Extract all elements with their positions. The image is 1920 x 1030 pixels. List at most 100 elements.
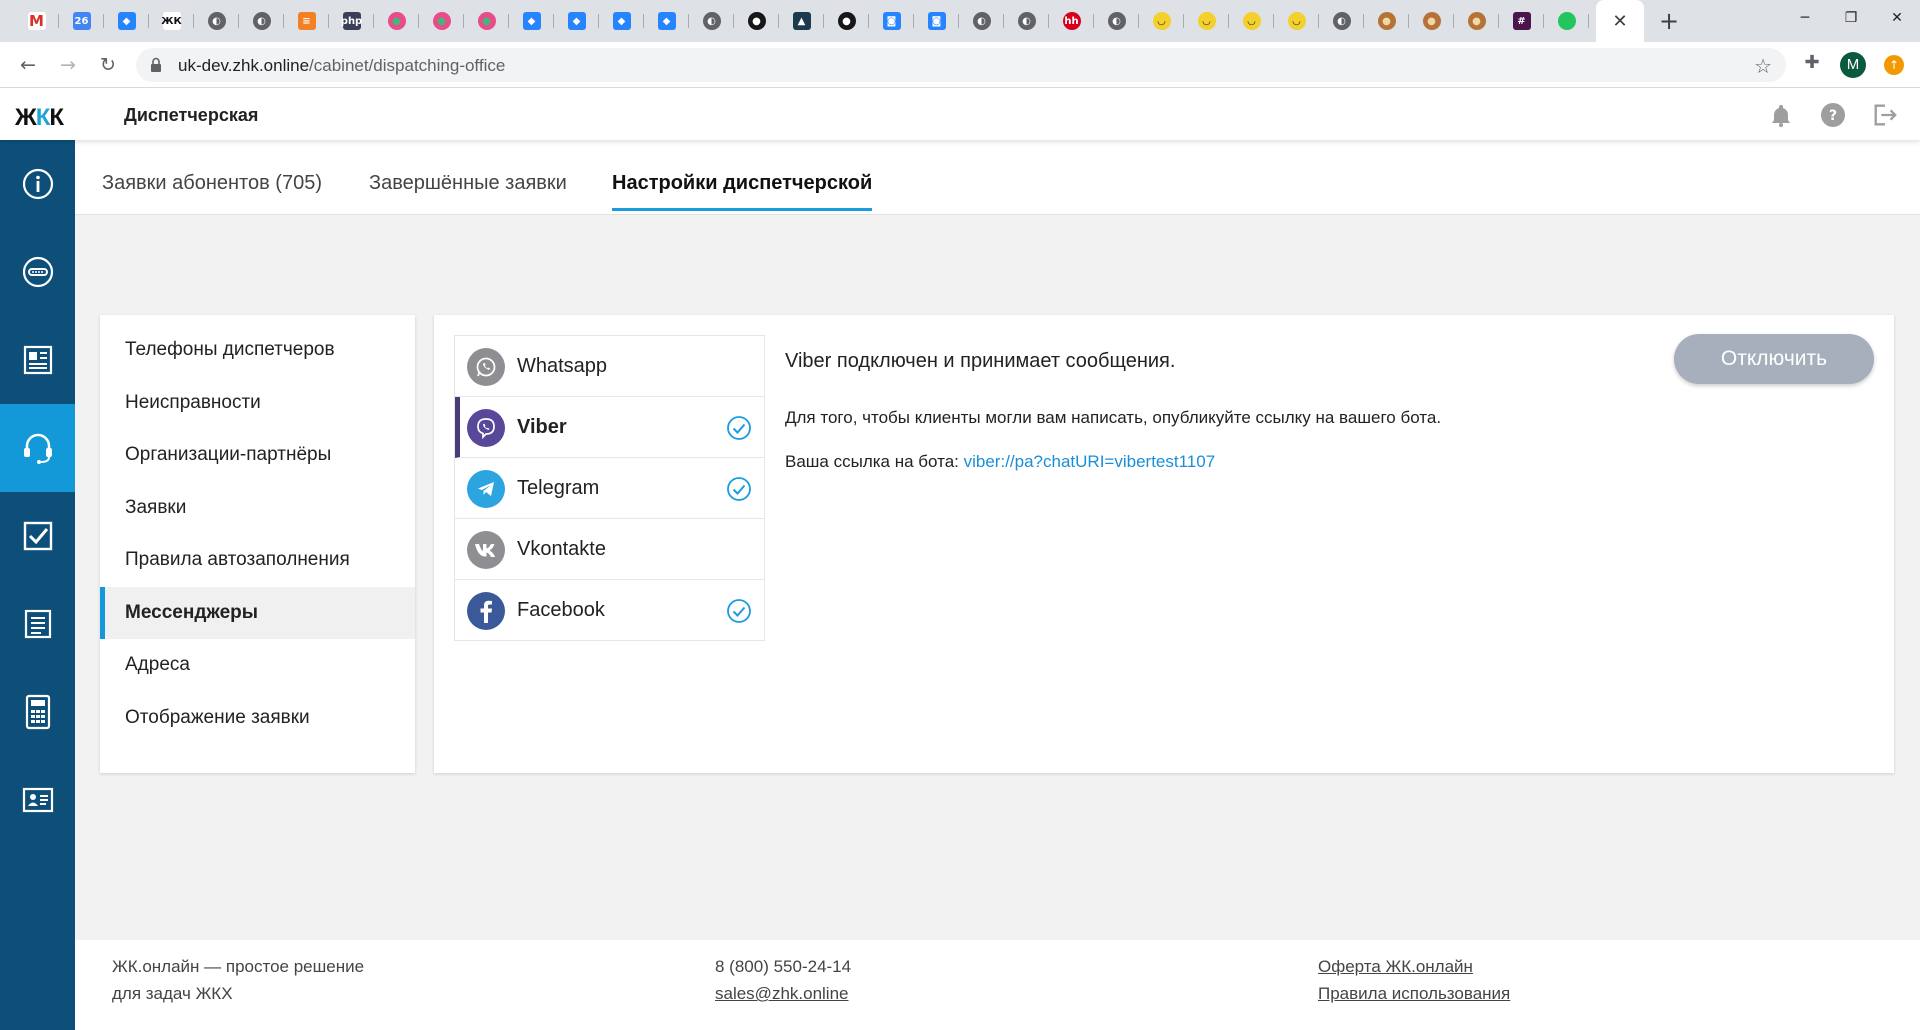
close-window-button[interactable]: ✕ bbox=[1874, 0, 1920, 36]
footer: ЖК.онлайн — простое решение для задач ЖК… bbox=[75, 940, 1920, 1030]
logout-icon[interactable] bbox=[1872, 102, 1898, 128]
help-icon[interactable]: ? bbox=[1820, 102, 1846, 128]
pinned-tab[interactable]: ▲ bbox=[779, 7, 824, 35]
pinned-tab[interactable]: ◡ bbox=[1274, 7, 1319, 35]
messenger-label: Viber bbox=[517, 416, 567, 438]
profile-avatar[interactable]: M bbox=[1840, 52, 1866, 78]
pinned-tab[interactable]: ● bbox=[464, 7, 509, 35]
pinned-tab[interactable]: ● bbox=[1454, 7, 1499, 35]
pinned-tab[interactable]: ◆ bbox=[554, 7, 599, 35]
vk-icon bbox=[467, 531, 505, 569]
pinned-tab[interactable]: 26 bbox=[59, 7, 104, 35]
messenger-item-whatsapp[interactable]: Whatsapp bbox=[455, 336, 764, 397]
bookmark-star-icon[interactable]: ☆ bbox=[1754, 54, 1772, 78]
newspaper-icon bbox=[23, 345, 52, 375]
menu-item-addresses[interactable]: Адреса bbox=[100, 639, 415, 691]
pinned-tab[interactable]: ◆ bbox=[509, 7, 554, 35]
nav-documents[interactable] bbox=[0, 580, 75, 668]
pinned-tab[interactable]: ◙ bbox=[869, 7, 914, 35]
pinned-tab[interactable]: M bbox=[14, 7, 59, 35]
pinned-tab[interactable]: ◡ bbox=[1229, 7, 1274, 35]
reload-button[interactable]: ↻ bbox=[94, 51, 122, 79]
pinned-tab[interactable]: ◐ bbox=[1004, 7, 1049, 35]
bot-link-label: Ваша ссылка на бота: bbox=[785, 452, 964, 471]
pinned-tab[interactable]: ◙ bbox=[914, 7, 959, 35]
telegram-icon bbox=[467, 470, 505, 508]
address-bar[interactable]: uk-dev.zhk.online/cabinet/dispatching-of… bbox=[136, 48, 1786, 82]
bell-icon[interactable] bbox=[1768, 102, 1794, 128]
pinned-tab[interactable]: ◐ bbox=[1319, 7, 1364, 35]
pinned-tab[interactable]: ◡ bbox=[1139, 7, 1184, 35]
dots-icon: ● bbox=[477, 12, 496, 30]
pinned-tab[interactable]: ● bbox=[1409, 7, 1454, 35]
nav-contacts[interactable] bbox=[0, 756, 75, 844]
messenger-item-facebook[interactable]: Facebook bbox=[455, 580, 764, 641]
calculator-icon bbox=[25, 694, 50, 730]
footer-offer-link[interactable]: Оферта ЖК.онлайн bbox=[1318, 957, 1473, 977]
nav-intercom[interactable] bbox=[0, 228, 75, 316]
nav-news[interactable] bbox=[0, 316, 75, 404]
disconnect-button[interactable]: Отключить bbox=[1674, 334, 1874, 384]
messenger-item-viber[interactable]: Viber bbox=[455, 397, 764, 458]
pinned-tab[interactable]: ◐ bbox=[194, 7, 239, 35]
pinned-tab[interactable]: ◐ bbox=[959, 7, 1004, 35]
intercom-icon bbox=[22, 256, 53, 288]
pinned-tab[interactable]: ◐ bbox=[1094, 7, 1139, 35]
pinned-tab[interactable]: ● bbox=[824, 7, 869, 35]
footer-email-link[interactable]: sales@zhk.online bbox=[715, 984, 849, 1004]
pinned-tab[interactable]: ● bbox=[374, 7, 419, 35]
browser-tabstrip: M 26 ◆ ЖК ◐ ◐ ≡ php ● ● ● ◆ ◆ ◆ ◆ ◐ ● ▲ ● ◙ ◙ ◐ ◐ hh ◐ ◡ ◡ ◡ ◡ ◐ ● ● ● # … bbox=[0, 0, 1920, 42]
stackoverflow-icon: ≡ bbox=[297, 12, 316, 30]
nav-tasks[interactable] bbox=[0, 492, 75, 580]
main-sidebar bbox=[0, 140, 75, 1030]
pinned-tab[interactable]: ◆ bbox=[599, 7, 644, 35]
messenger-item-vkontakte[interactable]: Vkontakte bbox=[455, 519, 764, 580]
pinned-tab[interactable]: ● bbox=[734, 7, 779, 35]
pinned-tab[interactable]: ● bbox=[1364, 7, 1409, 35]
nav-dispatcher[interactable] bbox=[0, 404, 75, 492]
pinned-tab[interactable]: hh bbox=[1049, 7, 1094, 35]
menu-item-malfunctions[interactable]: Неисправности bbox=[100, 377, 415, 429]
close-tab-icon[interactable]: ✕ bbox=[1612, 11, 1627, 32]
footer-phone[interactable]: 8 (800) 550-24-14 bbox=[715, 957, 851, 977]
nav-billing[interactable] bbox=[0, 668, 75, 756]
menu-item-partner-orgs[interactable]: Организации-партнёры bbox=[100, 429, 415, 481]
pinned-tab[interactable]: ≡ bbox=[284, 7, 329, 35]
menu-item-requests[interactable]: Заявки bbox=[100, 482, 415, 534]
footer-rules-link[interactable]: Правила использования bbox=[1318, 984, 1510, 1004]
extensions-icon[interactable]: ✚ bbox=[1800, 52, 1824, 76]
globe-icon: ◐ bbox=[1332, 12, 1351, 30]
forward-button[interactable]: → bbox=[54, 51, 82, 79]
pinned-tab[interactable]: ◆ bbox=[644, 7, 689, 35]
bot-link[interactable]: viber://pa?chatURI=vibertest1107 bbox=[964, 452, 1216, 471]
pinned-tab[interactable]: ◡ bbox=[1184, 7, 1229, 35]
smiley-icon: ◡ bbox=[1242, 12, 1261, 30]
menu-item-messengers[interactable]: Мессенджеры bbox=[100, 587, 415, 639]
messenger-item-telegram[interactable]: Telegram bbox=[455, 458, 764, 519]
zhk-logo[interactable]: ЖКК bbox=[15, 104, 64, 132]
active-tab[interactable]: ✕ bbox=[1596, 0, 1644, 42]
pinned-tab[interactable]: # bbox=[1499, 7, 1544, 35]
pinned-tab[interactable]: ◐ bbox=[689, 7, 734, 35]
pinned-tab[interactable]: ◐ bbox=[239, 7, 284, 35]
pinned-tab[interactable]: ● bbox=[419, 7, 464, 35]
menu-item-request-display[interactable]: Отображение заявки bbox=[100, 692, 415, 744]
id-card-icon bbox=[22, 787, 53, 813]
pinned-tab[interactable]: ЖК bbox=[149, 7, 194, 35]
pinned-tab[interactable] bbox=[1544, 7, 1589, 35]
pinned-tab[interactable]: php bbox=[329, 7, 374, 35]
restore-button[interactable]: ❐ bbox=[1828, 0, 1874, 36]
nav-info[interactable] bbox=[0, 140, 75, 228]
tab-subscriber-requests[interactable]: Заявки абонентов (705) bbox=[102, 172, 322, 211]
menu-item-autofill-rules[interactable]: Правила автозаполнения bbox=[100, 534, 415, 586]
new-tab-button[interactable]: + bbox=[1655, 8, 1683, 36]
pinned-tab[interactable]: ◆ bbox=[104, 7, 149, 35]
tab-dispatcher-settings[interactable]: Настройки диспетчерской bbox=[612, 172, 873, 211]
back-button[interactable]: ← bbox=[14, 51, 42, 79]
php-icon: php bbox=[341, 12, 362, 30]
document-list-icon bbox=[24, 609, 51, 639]
minimize-button[interactable]: ─ bbox=[1782, 0, 1828, 36]
menu-item-dispatcher-phones[interactable]: Телефоны диспетчеров bbox=[100, 324, 415, 376]
update-icon[interactable]: ↑ bbox=[1884, 55, 1904, 75]
tab-completed-requests[interactable]: Завершённые заявки bbox=[369, 172, 567, 211]
